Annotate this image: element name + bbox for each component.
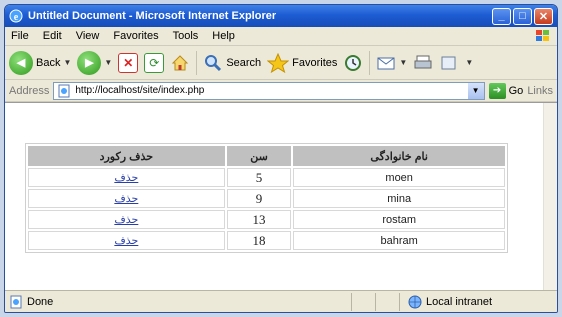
stop-icon[interactable]: ✕ <box>118 52 139 73</box>
name-cell: mina <box>293 189 505 208</box>
toolbar-separator <box>196 50 198 75</box>
history-icon[interactable] <box>343 53 363 73</box>
age-cell: 18 <box>226 231 292 250</box>
delete-link[interactable]: حذف <box>114 214 138 226</box>
title-bar: e Untitled Document - Microsoft Internet… <box>5 5 557 27</box>
intranet-icon <box>408 295 422 308</box>
chevron-down-icon: ▼ <box>399 58 408 67</box>
table-row: حذف 18 bahram <box>28 231 505 250</box>
chevron-down-icon: ▼ <box>104 58 113 67</box>
favorites-button[interactable]: Favorites <box>267 52 338 73</box>
menu-view[interactable]: View <box>76 30 100 42</box>
maximize-button[interactable]: □ <box>513 7 532 25</box>
delete-link[interactable]: حذف <box>114 193 138 205</box>
forward-button[interactable]: ▶ ▼ <box>77 50 113 75</box>
address-bar: Address http://localhost/site/index.php … <box>5 80 557 102</box>
address-dropdown-button[interactable]: ▼ <box>467 82 484 99</box>
table-header-row: حذف رکورد سن نام خانوادگی <box>28 146 505 166</box>
age-cell: 9 <box>226 189 292 208</box>
zone-label: Local intranet <box>426 295 493 308</box>
search-label: Search <box>226 56 262 69</box>
links-label[interactable]: Links <box>527 85 553 97</box>
ie-icon: e <box>9 9 23 23</box>
status-bar: Done Local intranet <box>5 290 557 312</box>
toolbar-separator <box>369 50 371 75</box>
header-delete-record: حذف رکورد <box>28 146 225 166</box>
header-last-name: نام خانوادگی <box>293 146 505 166</box>
close-button[interactable]: ✕ <box>534 7 553 25</box>
address-url: http://localhost/site/index.php <box>75 85 205 96</box>
security-zone: Local intranet <box>399 292 557 311</box>
table-row: حذف 13 rostam <box>28 210 505 229</box>
table-row: حذف 9 mina <box>28 189 505 208</box>
menu-edit[interactable]: Edit <box>43 30 62 42</box>
back-button[interactable]: ◀ Back ▼ <box>9 50 72 75</box>
go-arrow-icon: ➔ <box>488 82 506 99</box>
mail-button[interactable]: ▼ <box>376 53 407 73</box>
windows-logo-icon <box>536 30 549 41</box>
delete-link[interactable]: حذف <box>114 172 138 184</box>
table-row: حذف 5 moen <box>28 168 505 187</box>
status-text: Done <box>27 295 54 308</box>
window-title: Untitled Document - Microsoft Internet E… <box>28 10 277 22</box>
menu-file[interactable]: File <box>11 30 29 42</box>
go-label: Go <box>508 84 524 97</box>
menu-tools[interactable]: Tools <box>173 30 199 42</box>
forward-arrow-icon: ▶ <box>77 50 102 75</box>
back-label: Back <box>36 56 61 69</box>
name-cell: rostam <box>293 210 505 229</box>
name-cell: bahram <box>293 231 505 250</box>
menu-favorites[interactable]: Favorites <box>113 30 158 42</box>
page-content: حذف رکورد سن نام خانوادگی حذف 5 moen حذف… <box>5 102 557 292</box>
home-icon[interactable] <box>170 53 190 73</box>
svg-text:e: e <box>14 12 19 23</box>
name-cell: moen <box>293 168 505 187</box>
age-cell: 13 <box>226 210 292 229</box>
star-icon <box>267 52 290 73</box>
records-table: حذف رکورد سن نام خانوادگی حذف 5 moen حذف… <box>25 143 508 253</box>
toolbar: ◀ Back ▼ ▶ ▼ ✕ ⟳ Search Favorites ▼ ▼ <box>5 46 557 80</box>
chevron-down-icon: ▼ <box>465 58 474 67</box>
menu-bar: File Edit View Favorites Tools Help <box>5 27 557 46</box>
search-icon <box>205 54 222 71</box>
edit-icon[interactable] <box>439 53 459 73</box>
menu-help[interactable]: Help <box>212 30 235 42</box>
print-icon[interactable] <box>413 53 433 73</box>
chevron-down-icon: ▼ <box>63 58 72 67</box>
minimize-button[interactable]: _ <box>492 7 511 25</box>
search-button[interactable]: Search <box>203 53 261 73</box>
favorites-label: Favorites <box>292 56 338 69</box>
status-cell <box>375 292 399 311</box>
back-arrow-icon: ◀ <box>9 50 33 75</box>
browser-window: e Untitled Document - Microsoft Internet… <box>4 4 558 313</box>
go-button[interactable]: ➔ Go <box>488 82 524 99</box>
refresh-icon[interactable]: ⟳ <box>144 52 165 73</box>
page-icon <box>58 84 70 97</box>
age-cell: 5 <box>226 168 292 187</box>
delete-link[interactable]: حذف <box>114 235 138 247</box>
header-age: سن <box>226 146 292 166</box>
status-cell <box>351 292 375 311</box>
address-input[interactable]: http://localhost/site/index.php ▼ <box>53 81 485 100</box>
page-done-icon <box>10 295 22 308</box>
mail-icon <box>377 57 395 69</box>
address-label: Address <box>9 84 50 97</box>
vertical-scrollbar[interactable] <box>543 103 557 292</box>
